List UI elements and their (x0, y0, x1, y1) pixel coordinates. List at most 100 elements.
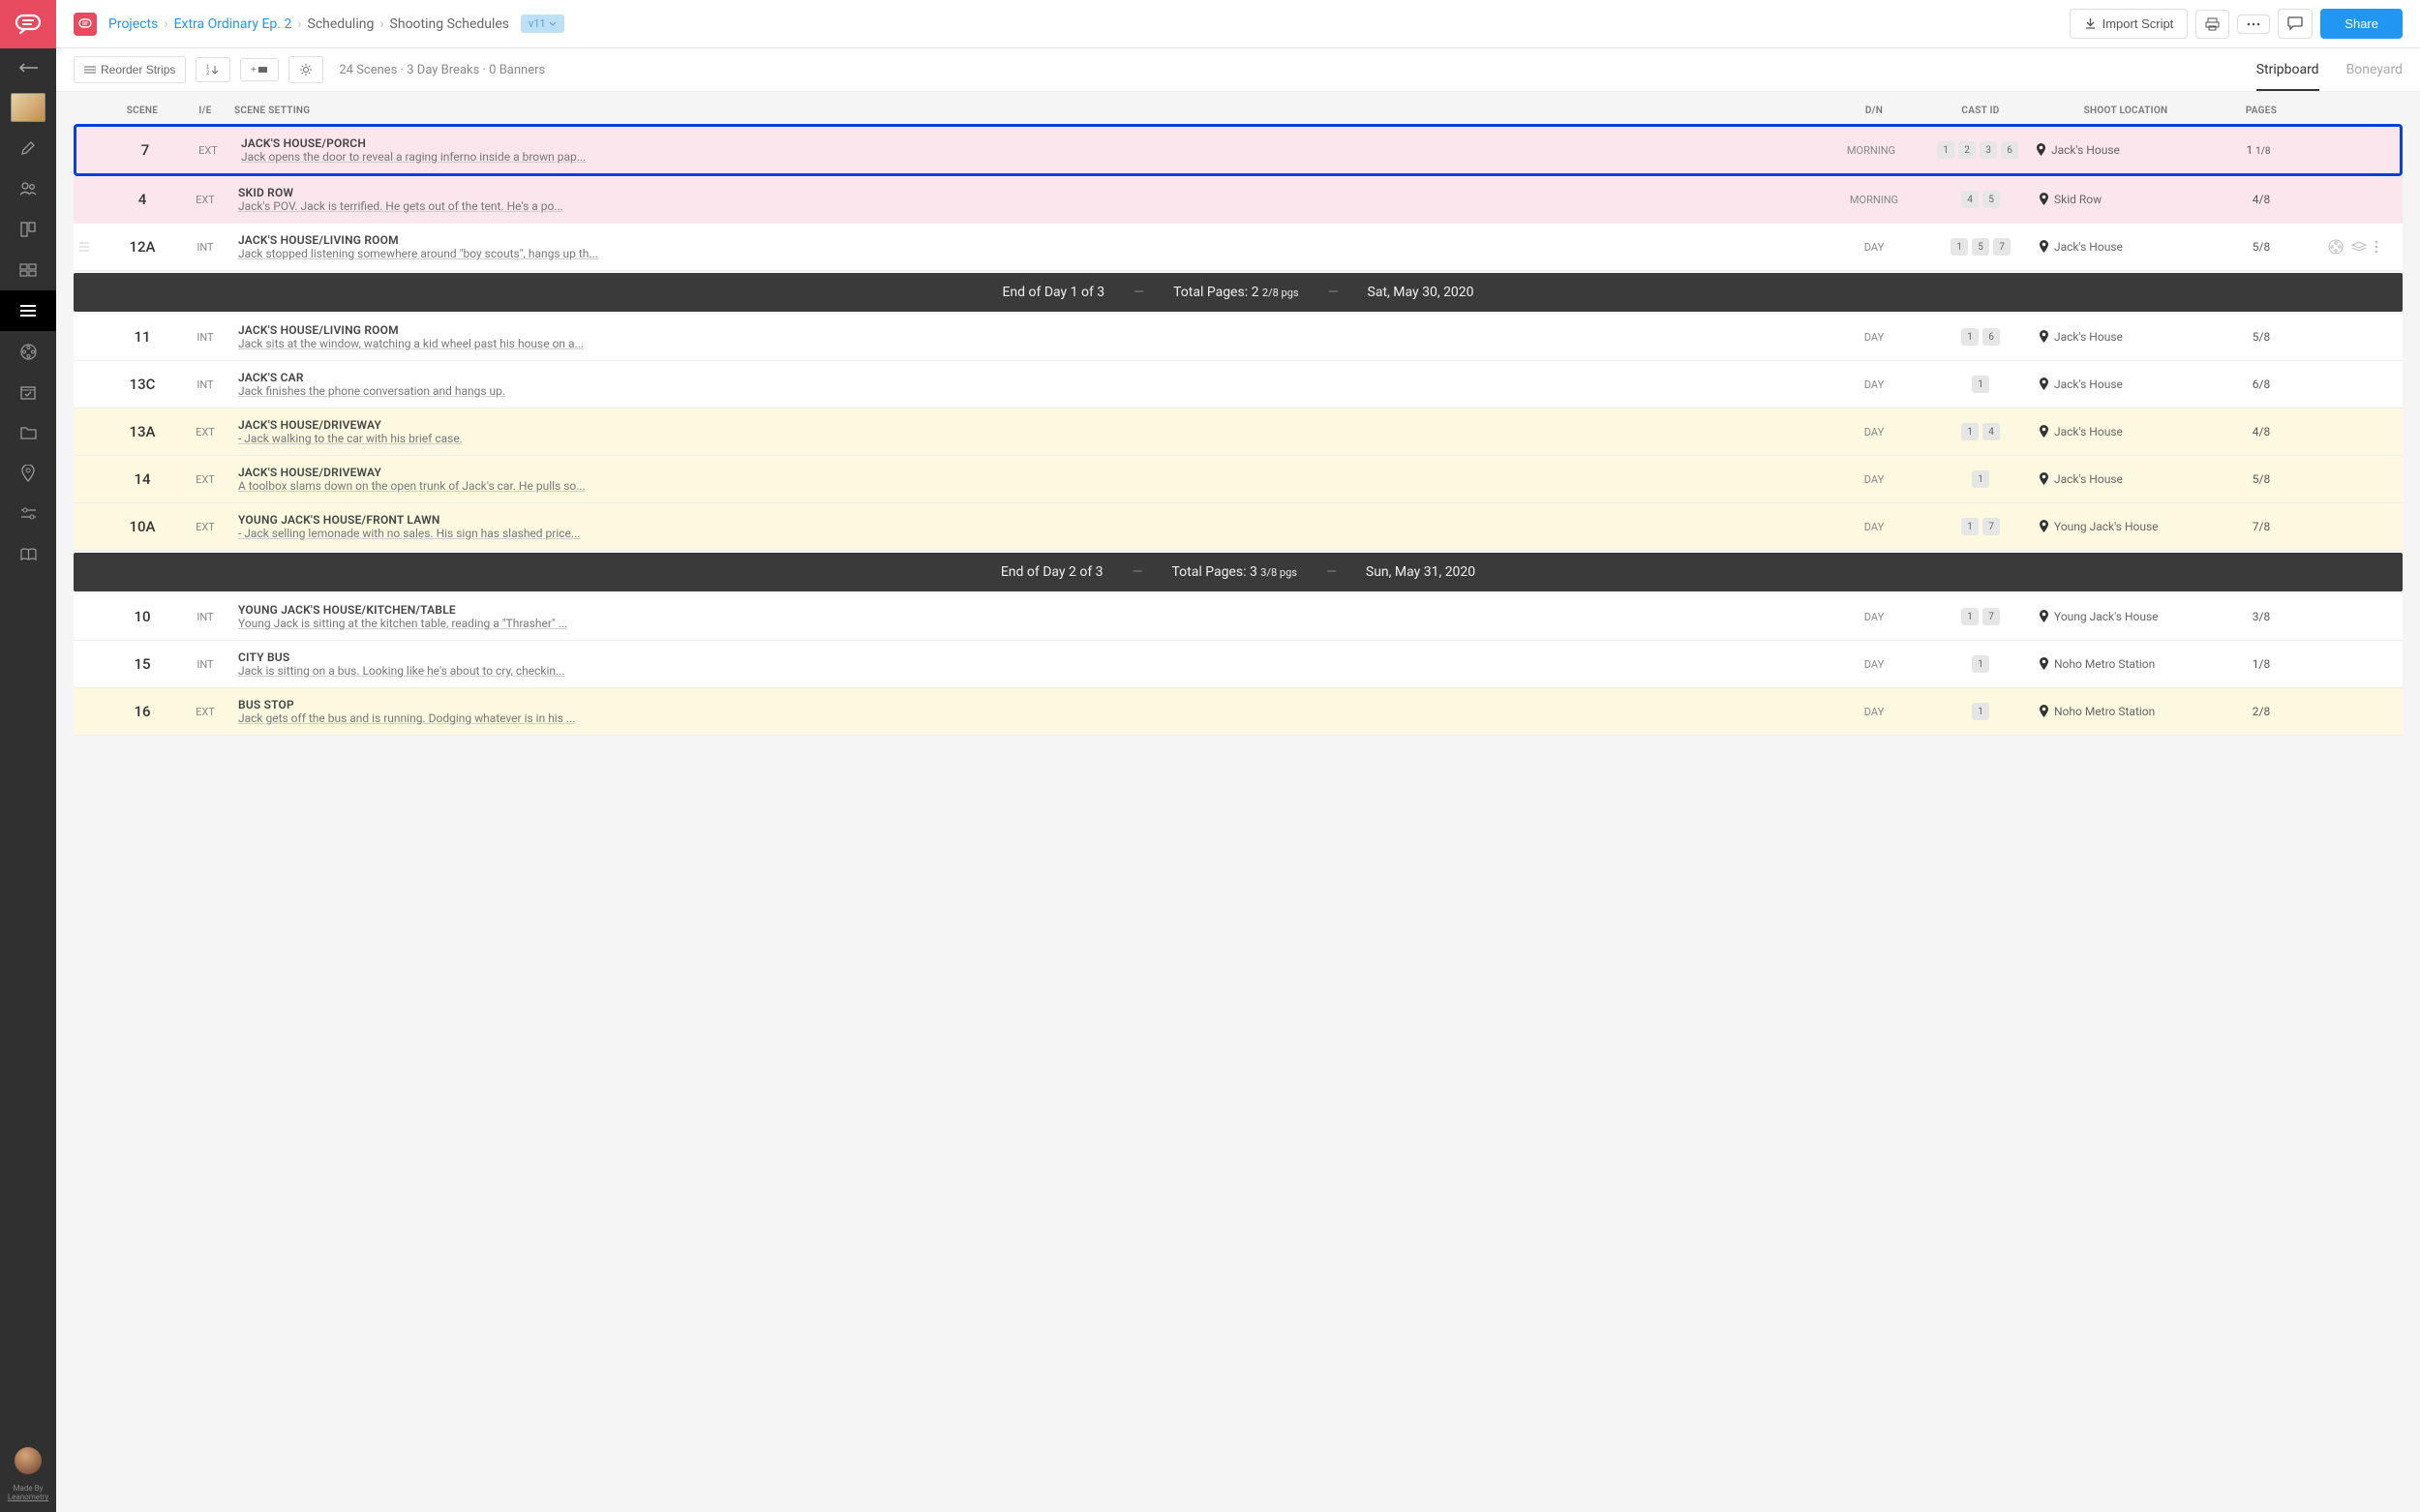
cast-chip[interactable]: 1 (1937, 141, 1954, 159)
col-cast: CAST ID (1922, 106, 2039, 116)
location-icon[interactable] (0, 453, 56, 494)
map-pin-icon (2039, 610, 2049, 623)
board-icon[interactable] (0, 209, 56, 250)
shoot-location[interactable]: Jack's House (2039, 472, 2213, 486)
setting-desc[interactable]: - Jack selling lemonade with no sales. H… (238, 527, 1826, 540)
cast-chip[interactable]: 7 (1993, 238, 2011, 256)
cast-icon[interactable] (0, 168, 56, 209)
setting-desc[interactable]: Jack finishes the phone conversation and… (238, 384, 1826, 398)
cast-chip[interactable]: 5 (1972, 238, 1989, 256)
setting-desc[interactable]: Jack's POV. Jack is terrified. He gets o… (238, 199, 1826, 213)
map-pin-icon (2039, 378, 2049, 391)
shoot-location[interactable]: Jack's House (2039, 378, 2213, 391)
back-arrow-icon[interactable] (0, 48, 56, 87)
user-avatar[interactable] (15, 1447, 42, 1474)
cast-ids: 17 (1922, 608, 2039, 625)
settings-button[interactable] (288, 56, 323, 83)
setting-desc[interactable]: Jack gets off the bus and is running. Do… (238, 711, 1826, 725)
scene-strip[interactable]: 13CINTJACK'S CARJack finishes the phone … (74, 361, 2403, 408)
filters-icon[interactable] (0, 494, 56, 534)
scene-strip[interactable]: 13AEXTJACK'S HOUSE/DRIVEWAY- Jack walkin… (74, 408, 2403, 456)
reel-icon[interactable] (0, 331, 56, 372)
folder-icon[interactable] (0, 412, 56, 453)
tab-stripboard[interactable]: Stripboard (2256, 62, 2319, 91)
reel-icon[interactable] (2328, 239, 2344, 255)
book-icon[interactable] (0, 534, 56, 575)
setting-desc[interactable]: - Jack walking to the car with his brief… (238, 432, 1826, 445)
cast-chip[interactable]: 1 (1972, 703, 1989, 720)
more-button[interactable] (2237, 15, 2270, 34)
stripboard-icon[interactable] (0, 290, 56, 331)
shoot-location[interactable]: Young Jack's House (2039, 610, 2213, 623)
stack-icon[interactable] (2351, 241, 2367, 253)
setting-desc[interactable]: Jack stopped listening somewhere around … (238, 247, 1826, 260)
setting-desc[interactable]: A toolbox slams down on the open trunk o… (238, 479, 1826, 493)
chat-button[interactable] (2278, 9, 2313, 39)
scene-strip[interactable]: 12AINTJACK'S HOUSE/LIVING ROOMJack stopp… (74, 224, 2403, 271)
print-button[interactable] (2195, 10, 2229, 39)
tab-boneyard[interactable]: Boneyard (2346, 62, 2403, 91)
cast-chip[interactable]: 4 (1982, 423, 2000, 440)
import-script-button[interactable]: Import Script (2070, 9, 2189, 39)
app-logo[interactable] (0, 0, 56, 48)
setting-title: JACK'S HOUSE/DRIVEWAY (238, 466, 1826, 479)
cast-chip[interactable]: 6 (1982, 328, 2000, 346)
cast-chip[interactable]: 1 (1951, 238, 1968, 256)
cast-chip[interactable]: 2 (1958, 141, 1976, 159)
scene-strip[interactable]: 16EXTBUS STOPJack gets off the bus and i… (74, 688, 2403, 736)
crumb-projects[interactable]: Projects (108, 16, 158, 32)
edit-icon[interactable] (0, 128, 56, 168)
scene-strip[interactable]: 14EXTJACK'S HOUSE/DRIVEWAYA toolbox slam… (74, 456, 2403, 503)
cast-chip[interactable]: 1 (1961, 608, 1979, 625)
shoot-location[interactable]: Jack's House (2039, 330, 2213, 344)
calendar-icon[interactable] (0, 372, 56, 412)
version-selector[interactable]: v11 (521, 15, 564, 33)
home-badge-icon[interactable] (74, 13, 97, 36)
cast-chip[interactable]: 1 (1961, 423, 1979, 440)
sort-button[interactable]: 12 (196, 57, 230, 82)
day-break[interactable]: End of Day 1 of 3—Total Pages: 2 2/8 pgs… (74, 273, 2403, 312)
setting-desc[interactable]: Jack sits at the window, watching a kid … (238, 337, 1826, 350)
shoot-location[interactable]: Jack's House (2036, 143, 2210, 157)
cast-chip[interactable]: 4 (1961, 191, 1979, 208)
daybreak-label: End of Day 2 of 3 (1001, 564, 1104, 580)
share-button[interactable]: Share (2320, 9, 2403, 39)
add-strip-button[interactable]: + (240, 58, 279, 81)
cast-chip[interactable]: 1 (1961, 518, 1979, 535)
scene-strip[interactable]: 10AEXTYOUNG JACK'S HOUSE/FRONT LAWN- Jac… (74, 503, 2403, 551)
project-thumbnail[interactable] (11, 93, 45, 122)
cast-chip[interactable]: 3 (1980, 141, 1997, 159)
scene-strip[interactable]: 4EXTSKID ROWJack's POV. Jack is terrifie… (74, 176, 2403, 224)
scene-number: 12A (108, 238, 176, 256)
shoot-location[interactable]: Jack's House (2039, 240, 2213, 254)
cast-chip[interactable]: 5 (1982, 191, 2000, 208)
scene-strip[interactable]: 11INTJACK'S HOUSE/LIVING ROOMJack sits a… (74, 314, 2403, 361)
scene-strip[interactable]: 15INTCITY BUSJack is sitting on a bus. L… (74, 641, 2403, 688)
cast-chip[interactable]: 6 (2001, 141, 2018, 159)
shoot-location[interactable]: Noho Metro Station (2039, 705, 2213, 718)
shoot-location[interactable]: Jack's House (2039, 425, 2213, 438)
scene-number: 7 (111, 141, 179, 159)
crumb-project[interactable]: Extra Ordinary Ep. 2 (174, 16, 292, 32)
drag-handle-icon[interactable] (79, 240, 108, 254)
shots-icon[interactable] (0, 250, 56, 290)
cast-chip[interactable]: 1 (1961, 328, 1979, 346)
kebab-icon[interactable] (2375, 240, 2378, 254)
shoot-location[interactable]: Skid Row (2039, 193, 2213, 206)
scene-strip[interactable]: 10INTYOUNG JACK'S HOUSE/KITCHEN/TABLEYou… (74, 593, 2403, 641)
shoot-location[interactable]: Young Jack's House (2039, 520, 2213, 533)
cast-chip[interactable]: 1 (1972, 376, 1989, 393)
day-break[interactable]: End of Day 2 of 3—Total Pages: 3 3/8 pgs… (74, 553, 2403, 591)
cast-chip[interactable]: 7 (1982, 608, 2000, 625)
cast-chip[interactable]: 1 (1972, 470, 1989, 488)
setting-desc[interactable]: Young Jack is sitting at the kitchen tab… (238, 617, 1826, 630)
cast-ids: 14 (1922, 423, 2039, 440)
setting-desc[interactable]: Jack is sitting on a bus. Looking like h… (238, 664, 1826, 678)
cast-chip[interactable]: 1 (1972, 655, 1989, 673)
setting-desc[interactable]: Jack opens the door to reveal a raging i… (241, 150, 1823, 164)
reorder-strips-button[interactable]: Reorder Strips (74, 56, 186, 83)
scene-strip[interactable]: 7EXTJACK'S HOUSE/PORCHJack opens the doo… (74, 124, 2403, 176)
map-pin-icon (2039, 657, 2049, 671)
cast-chip[interactable]: 7 (1982, 518, 2000, 535)
shoot-location[interactable]: Noho Metro Station (2039, 657, 2213, 671)
